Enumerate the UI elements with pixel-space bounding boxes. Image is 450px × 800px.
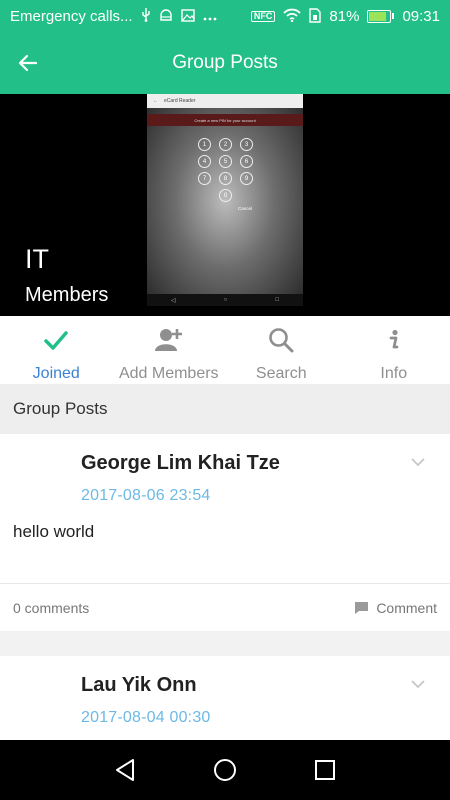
cover-key: 8: [219, 172, 232, 185]
clock: 09:31: [402, 7, 440, 25]
cover-image: ← eCard Reader Create a new PIN for your …: [147, 94, 303, 306]
battery-icon: [367, 9, 395, 23]
battery-percent: 81%: [329, 7, 360, 25]
more-dots-icon: [203, 10, 217, 23]
post-author[interactable]: Lau Yik Onn: [81, 674, 197, 697]
tab-add-members[interactable]: Add Members: [113, 316, 226, 384]
cover-key: 1: [198, 138, 211, 151]
nfc-icon: NFC: [250, 10, 276, 22]
status-bar: Emergency calls... NFC 81% 09:31: [0, 0, 450, 32]
cover-key: 7: [198, 172, 211, 185]
tab-search-label: Search: [255, 365, 307, 382]
circle-home-icon: [214, 759, 236, 781]
group-subtitle: Members: [25, 284, 109, 306]
cover-app-bar: ← eCard Reader: [147, 94, 303, 108]
tab-search[interactable]: Search: [225, 316, 338, 384]
section-title: Group Posts: [0, 384, 450, 434]
group-cover: ← eCard Reader Create a new PIN for your …: [0, 94, 450, 316]
post-menu-button[interactable]: [408, 674, 428, 694]
arrow-left-icon: [18, 54, 38, 72]
check-icon: [43, 325, 69, 355]
chevron-down-icon: [411, 679, 425, 688]
cover-key: 3: [240, 138, 253, 151]
back-button[interactable]: [0, 32, 56, 94]
info-icon: [388, 325, 400, 355]
sim-icon: [309, 7, 322, 25]
comment-button-label: Comment: [376, 599, 437, 616]
cover-key: 2: [219, 138, 232, 151]
tab-info[interactable]: Info: [338, 316, 450, 384]
post-author[interactable]: George Lim Khai Tze: [81, 452, 280, 475]
system-nav-bar: [0, 740, 450, 800]
usb-icon: [141, 8, 151, 24]
post-date: 2017-08-06 23:54: [81, 487, 211, 504]
carrier-text: Emergency calls...: [10, 7, 133, 25]
cover-key: 4: [198, 155, 211, 168]
tab-info-label: Info: [380, 365, 408, 382]
cover-key: 9: [240, 172, 253, 185]
cover-cancel: Cancel: [238, 206, 253, 211]
cover-prompt: Create a new PIN for your account: [147, 114, 303, 126]
group-name: IT: [25, 244, 49, 274]
cover-key: 0: [219, 189, 232, 202]
comment-button[interactable]: Comment: [354, 600, 437, 616]
comment-icon: [355, 601, 369, 614]
post-footer: 0 comments Comment: [0, 583, 450, 631]
image-icon: [180, 8, 195, 24]
cover-key: 6: [240, 155, 253, 168]
post-card: Lau Yik Onn 2017-08-04 00:30: [0, 656, 450, 740]
search-icon: [268, 325, 294, 355]
android-debug-icon: [159, 9, 173, 23]
triangle-back-icon: [116, 759, 134, 781]
app-bar: Group Posts: [0, 32, 450, 94]
page-title: Group Posts: [172, 52, 278, 73]
tab-joined-label: Joined: [32, 365, 80, 382]
tab-joined[interactable]: Joined: [0, 316, 113, 384]
tab-add-members-label: Add Members: [118, 365, 219, 382]
cover-key: 5: [219, 155, 232, 168]
post-date: 2017-08-04 00:30: [81, 709, 211, 726]
cover-nav: ◁ ○ □: [147, 294, 303, 306]
chevron-down-icon: [411, 457, 425, 466]
nav-back-button[interactable]: [100, 745, 150, 795]
wifi-icon: [283, 8, 302, 24]
nav-recents-button[interactable]: [300, 745, 350, 795]
post-body: hello world: [13, 522, 95, 541]
square-recents-icon: [315, 760, 335, 780]
post-menu-button[interactable]: [408, 452, 428, 472]
nav-home-button[interactable]: [200, 745, 250, 795]
comments-count-link[interactable]: 0 comments: [13, 600, 89, 616]
status-left: Emergency calls...: [10, 8, 251, 25]
screen: Emergency calls... NFC 81% 09:31 Group P…: [0, 0, 450, 800]
post-card: George Lim Khai Tze 2017-08-06 23:54 hel…: [0, 434, 450, 631]
group-tabs: Joined Add Members Search Info: [0, 316, 450, 384]
status-right: NFC 81% 09:31: [250, 7, 440, 25]
add-person-icon: [154, 325, 183, 355]
cover-app-title: eCard Reader: [164, 98, 196, 104]
